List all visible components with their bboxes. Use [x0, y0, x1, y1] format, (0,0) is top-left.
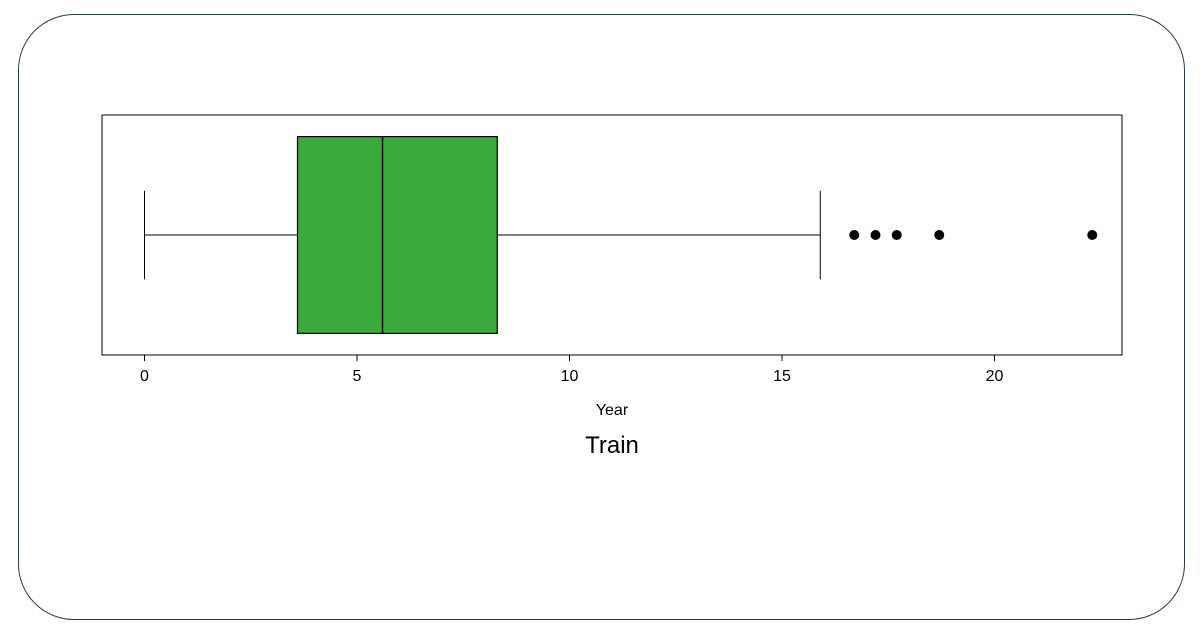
x-tick-label: 20: [985, 368, 1003, 385]
x-axis-label: Year: [595, 402, 628, 419]
outlier-point: [891, 230, 901, 240]
x-tick-label: 0: [140, 368, 149, 385]
outlier-point: [1087, 230, 1097, 240]
outlier-point: [849, 230, 859, 240]
x-tick-label: 5: [352, 368, 361, 385]
x-tick-label: 15: [773, 368, 791, 385]
outlier-point: [934, 230, 944, 240]
chart-frame: 0 5 10 15 20 Year Train: [18, 14, 1185, 620]
x-tick-label: 10: [560, 368, 578, 385]
outlier-point: [870, 230, 880, 240]
boxplot-chart: 0 5 10 15 20 Year Train: [62, 55, 1142, 535]
box: [297, 137, 497, 334]
chart-title: Train: [585, 432, 639, 459]
